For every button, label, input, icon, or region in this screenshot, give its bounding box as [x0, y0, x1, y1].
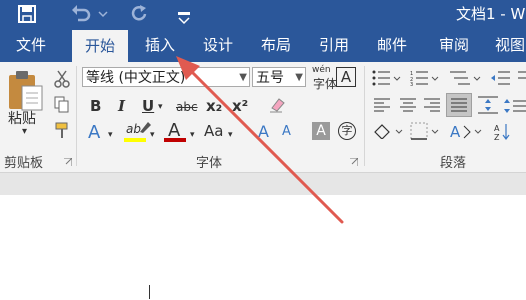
character-border-button[interactable]: A: [336, 67, 356, 87]
line-spacing-icon[interactable]: [504, 98, 526, 114]
cut-icon[interactable]: [54, 70, 70, 88]
paste-icon[interactable]: [6, 70, 44, 112]
font-color-bar: [164, 138, 186, 142]
text-effects-button[interactable]: A: [88, 122, 100, 143]
phonetic-guide-pinyin[interactable]: wén: [312, 65, 331, 75]
ribbon-tabs: 文件 开始 插入 设计 布局 引用 邮件 审阅 视图: [0, 28, 526, 64]
underline-dropdown-icon[interactable]: ▾: [158, 102, 163, 112]
align-center-icon[interactable]: [400, 98, 416, 112]
distributed-align-icon[interactable]: [478, 96, 498, 114]
text-effects-dropdown-icon[interactable]: ▾: [108, 130, 113, 140]
character-shading-button[interactable]: A: [312, 122, 330, 140]
format-painter-icon[interactable]: [54, 122, 70, 140]
shading-icon[interactable]: [372, 122, 404, 142]
font-name-combo[interactable]: 等线 (中文正文) ▼: [82, 67, 250, 87]
superscript-button[interactable]: x²: [232, 97, 248, 115]
decrease-indent-icon[interactable]: [490, 70, 510, 86]
svg-text:Z: Z: [494, 133, 500, 142]
font-launcher-icon[interactable]: [350, 158, 358, 166]
customize-bar: [178, 12, 190, 15]
change-case-dropdown-icon[interactable]: ▾: [228, 130, 233, 140]
save-icon[interactable]: [17, 4, 37, 24]
strikethrough-button[interactable]: abc: [176, 100, 198, 114]
subscript-button[interactable]: x₂: [206, 97, 222, 115]
svg-text:A: A: [450, 123, 461, 141]
chevron-down-icon[interactable]: [178, 17, 190, 25]
sort-icon[interactable]: AZ: [494, 122, 524, 142]
numbering-icon[interactable]: 123: [410, 70, 440, 86]
svg-text:3: 3: [410, 82, 413, 86]
group-separator: [364, 66, 365, 166]
font-name-value: 等线 (中文正文): [86, 70, 186, 86]
group-separator: [76, 66, 77, 166]
tab-file[interactable]: 文件: [0, 28, 62, 62]
font-color-dropdown-icon[interactable]: ▾: [190, 130, 195, 140]
tab-review[interactable]: 审阅: [428, 28, 480, 62]
italic-button[interactable]: I: [118, 97, 125, 115]
grow-font-button[interactable]: A: [258, 122, 269, 141]
tab-mailings[interactable]: 邮件: [366, 28, 418, 62]
increase-indent-icon[interactable]: [512, 70, 526, 86]
svg-text:A: A: [494, 124, 500, 133]
font-size-combo[interactable]: 五号 ▼: [252, 67, 306, 87]
enclose-characters-button[interactable]: 字: [338, 122, 356, 140]
clipboard-group-label: 剪贴板: [4, 156, 44, 171]
justify-icon: [451, 98, 467, 112]
document-page[interactable]: [0, 195, 526, 300]
copy-icon[interactable]: [54, 96, 70, 114]
tab-references[interactable]: 引用: [308, 28, 360, 62]
font-group-label: 字体: [196, 156, 223, 171]
clear-formatting-icon[interactable]: [268, 96, 286, 114]
multilevel-list-icon[interactable]: [448, 70, 482, 86]
bullets-icon[interactable]: [372, 70, 402, 86]
window-title: 文档1 - W: [456, 5, 526, 23]
chevron-down-icon[interactable]: ▼: [295, 68, 303, 86]
tab-view[interactable]: 视图: [490, 28, 526, 62]
highlight-color-bar: [124, 138, 146, 142]
borders-icon[interactable]: [410, 122, 442, 142]
clipboard-launcher-icon[interactable]: [64, 158, 72, 166]
change-case-button[interactable]: Aa: [204, 122, 223, 140]
chinese-layout-icon[interactable]: A: [450, 122, 484, 142]
chevron-down-icon[interactable]: ▼: [239, 68, 247, 86]
undo-dropdown-icon[interactable]: [98, 7, 108, 21]
shrink-font-button[interactable]: A: [282, 124, 291, 139]
undo-icon[interactable]: [70, 4, 92, 24]
font-size-value: 五号: [256, 70, 284, 86]
redo-icon[interactable]: [130, 4, 150, 24]
tab-insert[interactable]: 插入: [134, 28, 186, 62]
ribbon-home: 粘贴 ▾ 剪贴板 等线 (中文正文) ▼ 五号 ▼ wén 字体 A B I U…: [0, 62, 526, 173]
paste-dropdown-icon[interactable]: ▾: [22, 126, 27, 137]
phonetic-guide-glyph[interactable]: 字体: [313, 75, 337, 92]
justify-button[interactable]: [446, 93, 472, 117]
bold-button[interactable]: B: [90, 97, 101, 115]
tab-home[interactable]: 开始: [72, 30, 128, 64]
tab-design[interactable]: 设计: [192, 28, 244, 62]
highlight-dropdown-icon[interactable]: ▾: [150, 130, 155, 140]
paragraph-group-label: 段落: [440, 156, 467, 171]
tab-layout[interactable]: 布局: [250, 28, 302, 62]
text-cursor: [149, 285, 150, 299]
document-area: [0, 173, 526, 300]
quick-access-toolbar: 文档1 - W: [0, 0, 526, 28]
paste-button-label[interactable]: 粘贴: [8, 108, 36, 128]
underline-button[interactable]: U: [142, 97, 154, 115]
align-right-icon[interactable]: [424, 98, 440, 112]
align-left-icon[interactable]: [374, 98, 390, 112]
